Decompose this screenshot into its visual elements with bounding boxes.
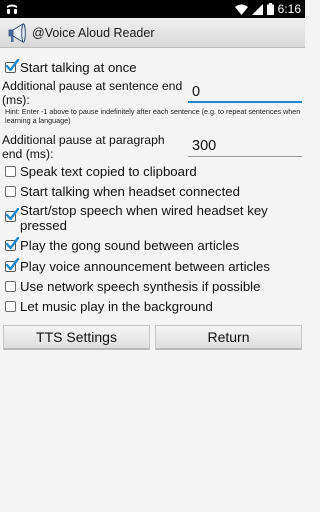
network-synthesis-label: Use network speech synthesis if possible: [20, 279, 261, 294]
app-title: @Voice Aloud Reader: [32, 25, 155, 40]
voice-announcement-checkbox[interactable]: [5, 258, 19, 272]
start-talking-checkbox[interactable]: [5, 59, 19, 73]
gong-sound-label: Play the gong sound between articles: [20, 238, 240, 253]
app-title-bar: @Voice Aloud Reader: [0, 18, 305, 48]
paragraph-pause-input[interactable]: 300: [188, 135, 302, 157]
sentence-pause-input[interactable]: 0: [188, 81, 302, 103]
headset-key-label: Start/stop speech when wired headset key…: [20, 203, 268, 233]
headset-key-checkbox[interactable]: [5, 208, 19, 222]
battery-icon: [266, 3, 274, 15]
status-time: 6:16: [277, 2, 301, 16]
signal-icon: [251, 3, 263, 15]
speak-clipboard-checkbox[interactable]: [5, 166, 16, 177]
notification-icon: [7, 4, 17, 14]
wifi-icon: [234, 4, 248, 15]
megaphone-icon: [8, 22, 26, 43]
gong-sound-checkbox[interactable]: [5, 237, 19, 251]
paragraph-pause-label: Additional pause at paragraph end (ms):: [2, 133, 165, 161]
music-background-label: Let music play in the background: [20, 299, 213, 314]
status-bar: 6:16: [0, 0, 305, 18]
music-background-checkbox[interactable]: [5, 301, 16, 312]
start-talking-label: Start talking at once: [20, 60, 137, 75]
tts-settings-button[interactable]: TTS Settings: [3, 325, 150, 350]
sentence-pause-label: Additional pause at sentence end (ms):: [2, 79, 183, 107]
network-synthesis-checkbox[interactable]: [5, 281, 16, 292]
speak-clipboard-label: Speak text copied to clipboard: [20, 164, 197, 179]
return-button[interactable]: Return: [155, 325, 302, 350]
headset-connected-checkbox[interactable]: [5, 186, 16, 197]
voice-announcement-label: Play voice announcement between articles: [20, 259, 270, 274]
headset-connected-label: Start talking when headset connected: [20, 184, 240, 199]
sentence-pause-hint: Hint: Enter -1 above to pause indefinite…: [5, 107, 301, 125]
